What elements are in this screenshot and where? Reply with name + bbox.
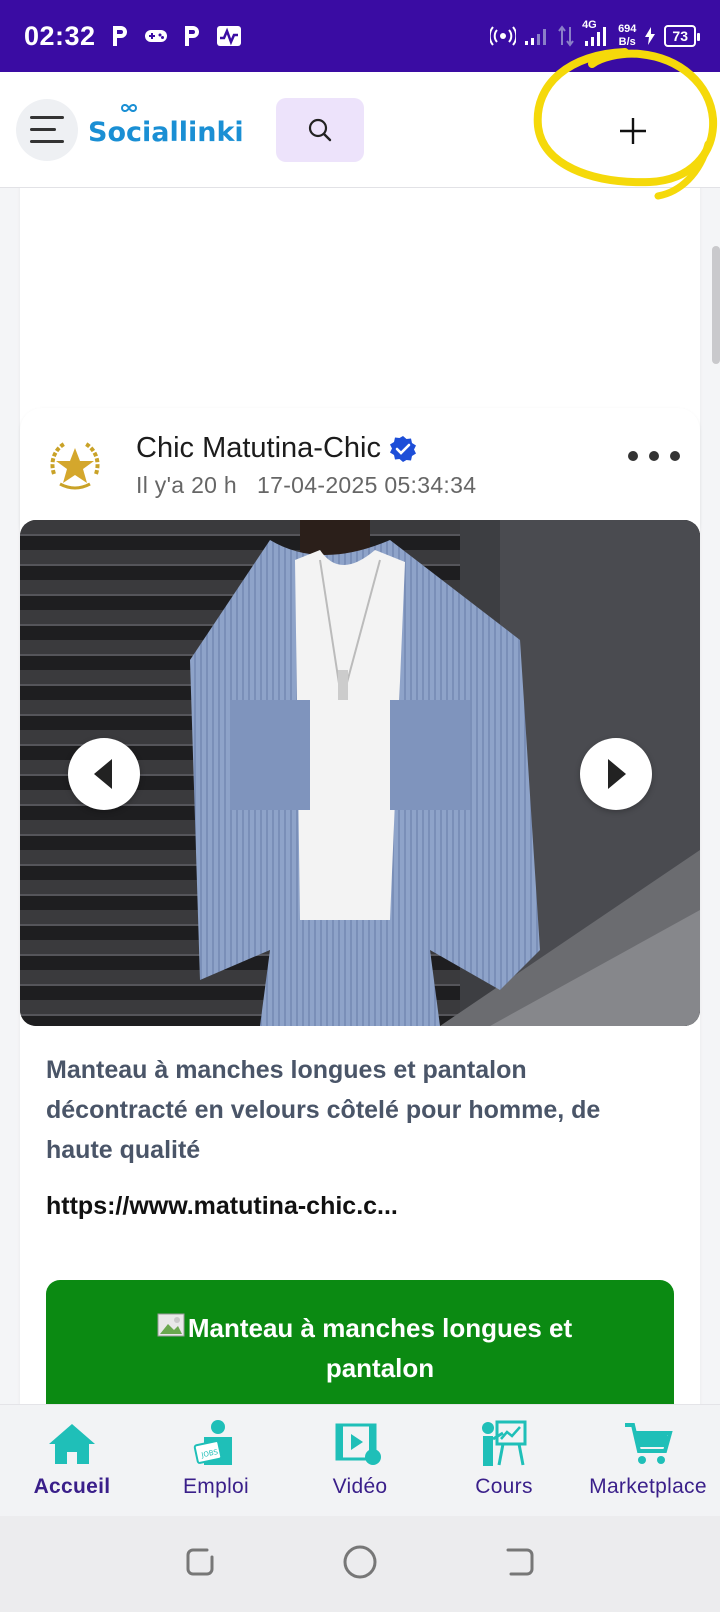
cart-icon	[625, 1423, 673, 1464]
caret-left-icon	[94, 759, 112, 789]
carousel-next-button[interactable]	[580, 738, 652, 810]
post-author[interactable]: Chic Matutina-Chic	[136, 432, 417, 465]
nav-label-cours: Cours	[475, 1475, 533, 1498]
post-meta: Il y'a 20 h 17-04-2025 05:34:34	[136, 472, 476, 499]
caret-right-icon	[608, 759, 626, 789]
post-description: Manteau à manches longues et pantalon dé…	[46, 1056, 601, 1164]
notification-icons	[110, 24, 242, 48]
speed-unit: B/s	[618, 36, 636, 48]
search-button[interactable]	[275, 97, 364, 162]
nav-label-accueil: Accueil	[33, 1475, 111, 1498]
plus-icon	[620, 118, 646, 144]
parking-app-icon	[110, 24, 130, 48]
activity-icon	[216, 25, 242, 47]
star-laurel-logo-icon	[45, 435, 105, 495]
carousel-prev-button[interactable]	[68, 738, 140, 810]
back-button[interactable]	[503, 1545, 537, 1584]
scrollbar[interactable]	[712, 246, 720, 364]
back-icon	[506, 1548, 534, 1575]
nav-label-emploi: Emploi	[183, 1475, 249, 1498]
charging-icon	[644, 26, 656, 46]
battery-level: 73	[672, 28, 688, 44]
system-navigation-bar	[0, 1516, 720, 1612]
signal-weak-icon	[524, 26, 550, 46]
app-logo[interactable]: Sociallinki	[88, 104, 244, 148]
nav-label-marketplace: Marketplace	[589, 1475, 707, 1498]
speed-value: 694	[618, 23, 637, 35]
nav-label-video: Vidéo	[332, 1475, 388, 1498]
gamepad-icon	[144, 27, 168, 45]
system-indicators: 4G 694 B/s 73	[490, 19, 700, 49]
post-link[interactable]: https://www.matutina-chic.c...	[46, 1192, 398, 1221]
bottom-navigation: Accueil JOBS Emploi Vidéo Cours Marketpl…	[0, 1404, 720, 1516]
hamburger-icon	[30, 116, 64, 119]
status-time: 02:32	[24, 20, 96, 51]
post-timestamp: 17-04-2025 05:34:34	[257, 472, 477, 498]
logo-text: Sociallinki	[88, 117, 244, 148]
home-icon	[49, 1424, 95, 1464]
network-speed: 694 B/s	[618, 23, 636, 49]
nav-item-cours[interactable]: Cours	[432, 1405, 576, 1516]
post-card: Chic Matutina-Chic Il y'a 20 h 17-04-202…	[20, 408, 700, 1404]
post-image-carousel[interactable]	[20, 520, 700, 1026]
product-cta-button[interactable]: Manteau à manches longues et pantalon	[46, 1280, 674, 1404]
status-bar: 02:32 4G 694 B/s 73	[0, 0, 720, 72]
home-system-button[interactable]	[342, 1544, 378, 1585]
nav-item-video[interactable]: Vidéo	[288, 1405, 432, 1516]
parking-app-icon-2	[182, 24, 202, 48]
more-dots-icon	[628, 451, 638, 461]
post-relative-time: Il y'a 20 h	[136, 472, 238, 498]
create-post-button[interactable]	[598, 96, 668, 166]
recent-apps-icon	[186, 1548, 214, 1575]
app-header: Sociallinki	[0, 72, 720, 188]
nav-item-accueil[interactable]: Accueil	[0, 1405, 144, 1516]
cta-label: Manteau à manches longues et pantalon	[187, 1313, 573, 1383]
menu-button[interactable]	[16, 98, 78, 161]
video-icon	[335, 1423, 381, 1465]
verified-badge-icon	[389, 435, 416, 462]
circle-home-icon	[343, 1545, 377, 1578]
more-options-button[interactable]	[628, 444, 680, 468]
job-icon: JOBS	[193, 1420, 232, 1465]
nav-item-emploi[interactable]: JOBS Emploi	[144, 1405, 288, 1516]
nav-item-marketplace[interactable]: Marketplace	[576, 1405, 720, 1516]
signal-4g-icon: 4G	[582, 19, 610, 47]
battery-indicator: 73	[664, 25, 700, 47]
recent-apps-button[interactable]	[183, 1545, 217, 1584]
data-transfer-icon	[558, 25, 574, 47]
author-name[interactable]: Chic Matutina-Chic	[136, 432, 381, 465]
feed[interactable]: Chic Matutina-Chic Il y'a 20 h 17-04-202…	[0, 188, 720, 1404]
search-icon	[308, 118, 331, 141]
hotspot-icon	[490, 25, 517, 47]
avatar[interactable]	[44, 434, 106, 496]
infinity-logo-icon	[120, 104, 138, 112]
network-type: 4G	[582, 19, 597, 31]
course-icon	[482, 1420, 527, 1466]
